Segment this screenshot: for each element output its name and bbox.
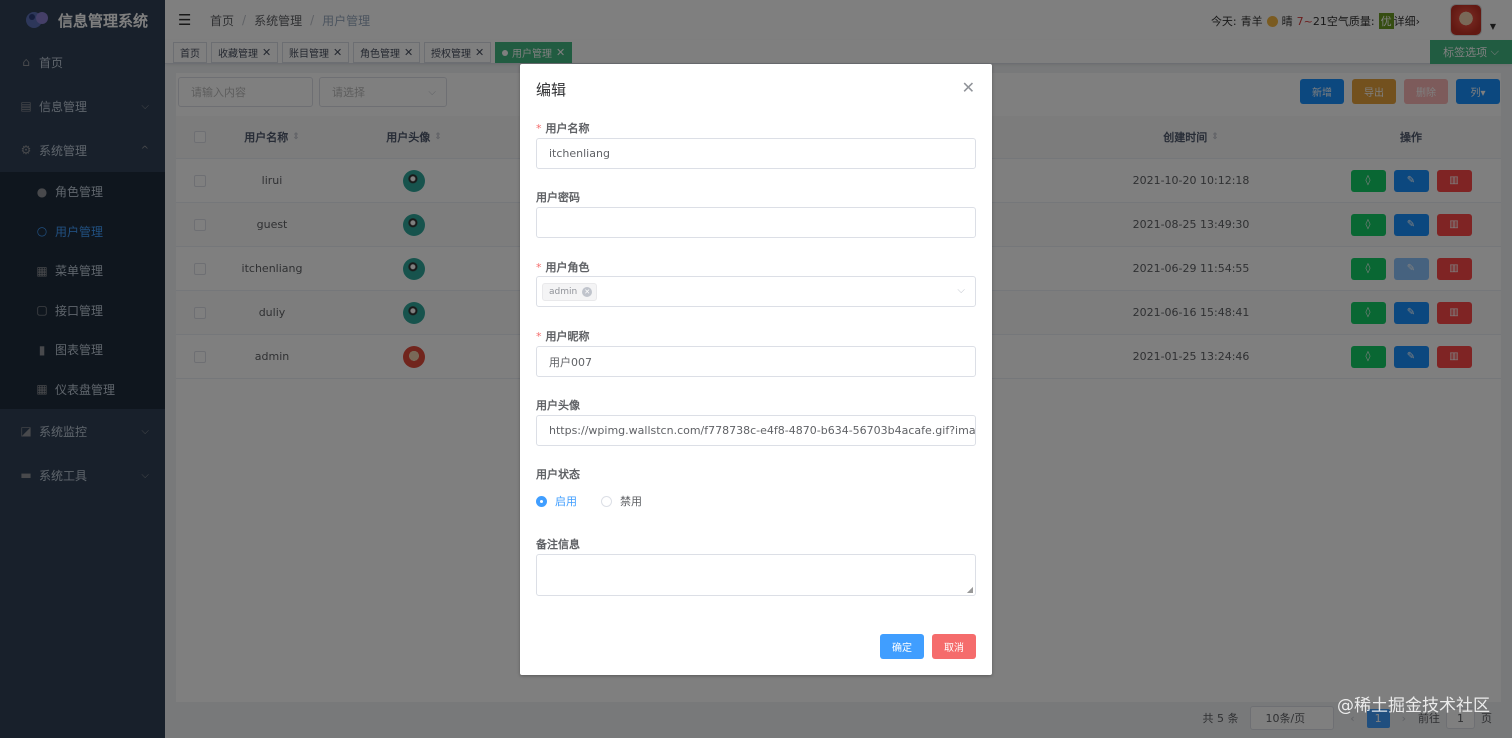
- confirm-button[interactable]: 确定: [880, 634, 924, 659]
- required-marker: *: [536, 330, 542, 343]
- status-label: 用户状态: [536, 468, 580, 481]
- role-tag-label: admin: [549, 286, 578, 297]
- remark-label: 备注信息: [536, 538, 580, 551]
- role-label: * 用户角色: [536, 259, 590, 275]
- password-field[interactable]: [536, 207, 976, 238]
- status-disabled-radio[interactable]: 禁用: [601, 493, 642, 509]
- nickname-label: * 用户昵称: [536, 328, 590, 344]
- cancel-button[interactable]: 取消: [932, 634, 976, 659]
- resize-handle-icon[interactable]: ◢: [967, 585, 973, 594]
- radio-label: 启用: [555, 495, 577, 508]
- chevron-down-icon: ⌵: [957, 285, 965, 296]
- label-text: 用户名称: [545, 122, 590, 135]
- label-text: 用户昵称: [545, 330, 590, 343]
- required-marker: *: [536, 261, 542, 274]
- close-icon[interactable]: ✕: [962, 78, 975, 97]
- radio-unchecked-icon: [601, 495, 612, 507]
- avatar-url-field[interactable]: https://wpimg.wallstcn.com/f778738c-e4f8…: [536, 415, 976, 446]
- role-tag: admin ✕: [542, 282, 598, 301]
- edit-dialog: 编辑 ✕ * 用户名称 itchenliang 用户密码 * 用户角色 admin ✕…: [520, 64, 992, 675]
- password-label: 用户密码: [536, 191, 580, 204]
- radio-label: 禁用: [620, 495, 642, 508]
- avatar-label: 用户头像: [536, 399, 580, 412]
- username-field[interactable]: itchenliang: [536, 138, 976, 169]
- role-select[interactable]: admin ✕ ⌵: [536, 276, 976, 307]
- watermark: @稀土掘金技术社区: [1337, 696, 1490, 716]
- status-radio-group: 启用 禁用: [536, 493, 666, 509]
- required-marker: *: [536, 122, 542, 135]
- remove-tag-icon[interactable]: ✕: [582, 286, 593, 297]
- remark-textarea[interactable]: ◢: [536, 554, 976, 596]
- nickname-field[interactable]: 用户007: [536, 346, 976, 377]
- dialog-title: 编辑: [536, 81, 567, 99]
- label-text: 用户角色: [545, 261, 590, 274]
- radio-checked-icon: [536, 495, 547, 507]
- username-label: * 用户名称: [536, 120, 590, 136]
- status-enabled-radio[interactable]: 启用: [536, 493, 577, 509]
